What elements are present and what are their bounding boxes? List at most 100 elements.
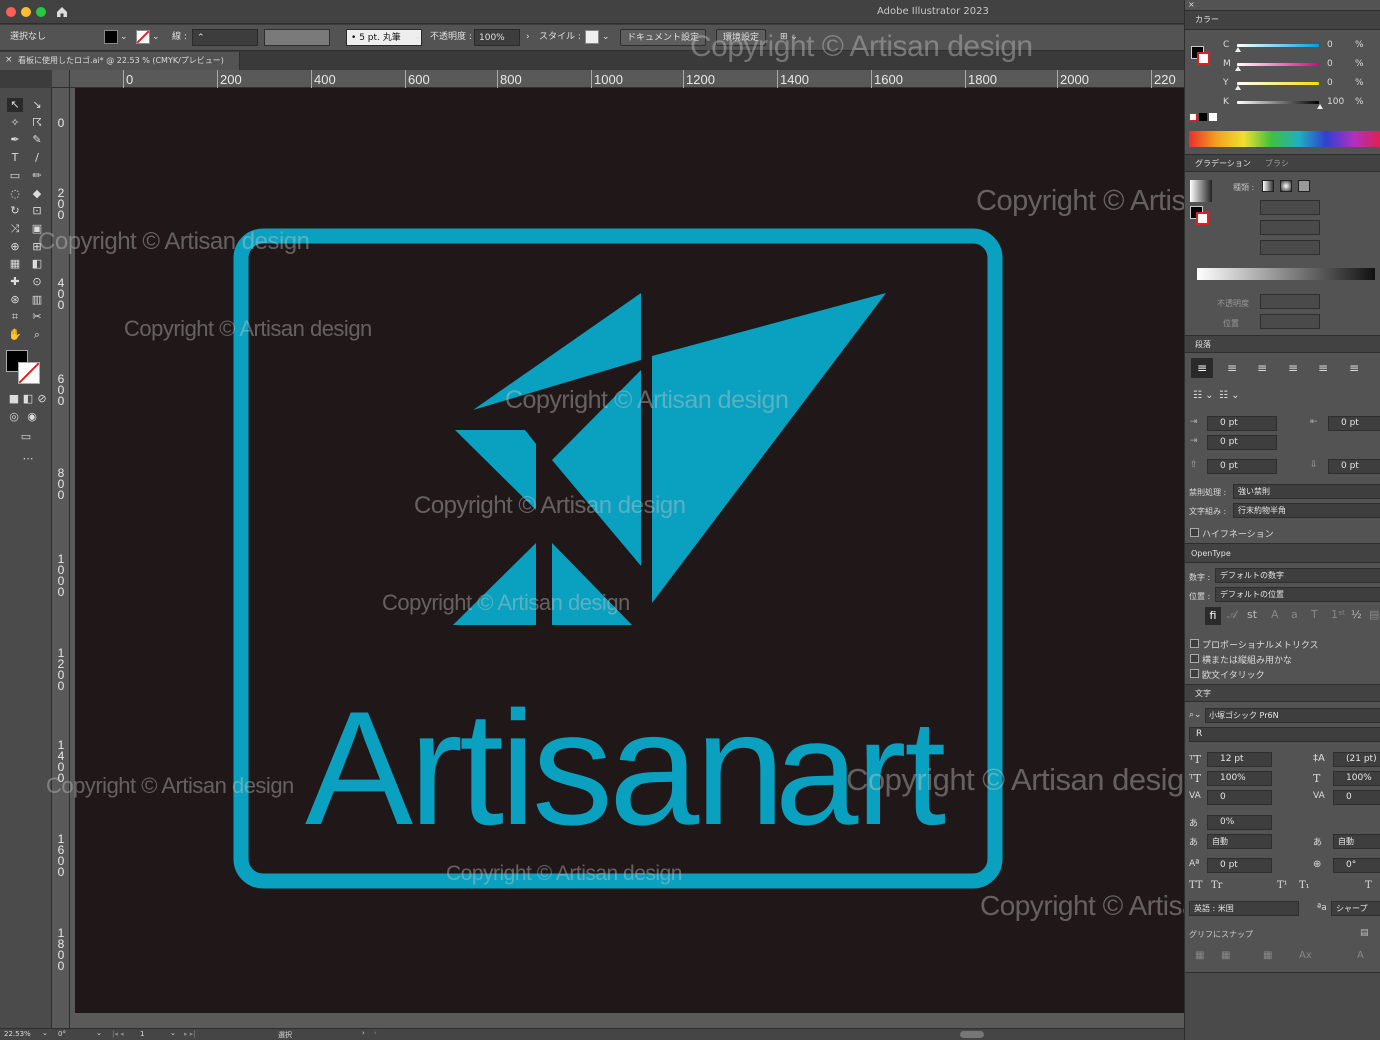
brush-definition[interactable]: • 5 pt. 丸筆	[346, 29, 422, 46]
aki-left-select[interactable]: 自動	[1207, 834, 1272, 849]
scale-tool-icon[interactable]: ⊡	[29, 204, 45, 218]
logo-word-artisan[interactable]: Artisan	[305, 678, 785, 859]
channel-slider[interactable]	[1237, 63, 1319, 66]
justify-left-button[interactable]: ≡	[1282, 358, 1304, 378]
horizontal-scrollbar-thumb[interactable]	[960, 1031, 984, 1038]
zoom-tool-icon[interactable]: ⌕	[29, 328, 45, 342]
chevron-right-icon[interactable]: ›	[526, 29, 530, 46]
tracking-input[interactable]: 0	[1333, 790, 1380, 805]
opacity-input[interactable]: 100%	[474, 29, 520, 46]
line-tool-icon[interactable]: /	[29, 151, 45, 165]
gradient-rotate-input[interactable]	[1260, 240, 1320, 255]
justify-all-button[interactable]: ≡	[1343, 358, 1365, 378]
type-tool-icon[interactable]: T	[7, 151, 23, 165]
artboard-tool-icon[interactable]: ⌗	[7, 310, 23, 324]
white-swatch[interactable]	[1209, 113, 1217, 121]
none-swatch[interactable]	[1189, 113, 1197, 121]
stroke-color-swatch[interactable]	[18, 362, 40, 384]
align-center-button[interactable]: ≡	[1221, 358, 1243, 378]
horizontal-ruler[interactable]: 0 200 400 600 800 1000 1200 1400 1600 1800 2000 220	[52, 70, 1184, 88]
gradient-tool-icon[interactable]: ◧	[29, 257, 45, 271]
lasso-tool-icon[interactable]: ☈	[29, 116, 45, 130]
width-tool-icon[interactable]: ⤨	[7, 222, 23, 236]
first-artboard-icon[interactable]: |◂ ◂	[112, 1030, 124, 1038]
document-tab[interactable]: × 看板に使用したロゴ.ai* @ 22.53 % (CMYK/プレビュー)	[0, 52, 240, 70]
align-left-button[interactable]: ≡	[1191, 358, 1213, 378]
all-caps-button[interactable]: TT	[1189, 880, 1203, 891]
superscript-button[interactable]: T¹	[1277, 880, 1288, 891]
channel-slider[interactable]	[1237, 44, 1319, 47]
font-search-icon[interactable]: ⌕⌄	[1189, 710, 1202, 720]
indent-left-input[interactable]: 0 pt	[1207, 416, 1277, 431]
font-size-input[interactable]: 12 pt	[1207, 752, 1272, 767]
first-line-indent-input[interactable]: 0 pt	[1207, 435, 1277, 450]
color-spectrum[interactable]	[1189, 131, 1380, 147]
more-features-button[interactable]: ▤	[1369, 608, 1379, 621]
leading-input[interactable]: (21 pt)	[1333, 752, 1380, 767]
none-mode-icon[interactable]: ⊘	[34, 392, 50, 406]
linear-gradient-button[interactable]	[1262, 180, 1274, 192]
snap-options-icon[interactable]: ▤	[1360, 928, 1369, 938]
discretionary-ligature-button[interactable]: st	[1247, 608, 1257, 621]
tab-brush[interactable]: ブラシ	[1265, 158, 1289, 169]
last-artboard-icon[interactable]: ▸ ▸|	[184, 1030, 196, 1038]
gradient-angle-input[interactable]	[1260, 200, 1320, 215]
zoom-level[interactable]: 22.53%	[4, 1030, 31, 1038]
mojikumi-select[interactable]: 行末約物半角	[1233, 503, 1380, 518]
graph-tool-icon[interactable]: ▥	[29, 293, 45, 307]
ligature-button[interactable]: ﬁ	[1205, 607, 1221, 625]
freeform-gradient-button[interactable]	[1298, 180, 1310, 192]
variable-width-profile[interactable]	[264, 29, 330, 46]
channel-value-input[interactable]: 0	[1327, 59, 1333, 69]
language-select[interactable]: 英語 : 米国	[1189, 901, 1299, 916]
space-before-input[interactable]: 0 pt	[1207, 459, 1277, 474]
slider-thumb[interactable]	[1235, 85, 1241, 90]
chevron-down-icon[interactable]: ⌄	[602, 29, 610, 46]
pen-tool-icon[interactable]: ✒	[7, 133, 23, 147]
artboard-number[interactable]: 1	[140, 1030, 144, 1038]
black-swatch[interactable]	[1199, 113, 1207, 121]
roman-italic-checkbox[interactable]	[1190, 669, 1199, 678]
channel-slider[interactable]	[1237, 101, 1319, 104]
numbered-list-icon[interactable]: ☷ ⌄	[1219, 390, 1240, 401]
small-caps-button[interactable]: Tr	[1211, 880, 1222, 891]
channel-slider[interactable]	[1237, 82, 1319, 85]
font-style-select[interactable]: R	[1189, 727, 1380, 742]
hyphenation-checkbox[interactable]	[1190, 528, 1199, 537]
selection-tool-icon[interactable]: ↖	[7, 98, 23, 112]
scroll-left-icon[interactable]: ‹	[374, 1029, 377, 1037]
eraser-tool-icon[interactable]: ◆	[29, 187, 45, 201]
maximize-window-button[interactable]	[36, 7, 46, 17]
chevron-down-icon[interactable]: ⌄	[414, 29, 422, 46]
fill-swatch[interactable]	[104, 30, 118, 44]
contextual-alternates-button[interactable]: 𝒜	[1227, 608, 1237, 622]
draw-behind-icon[interactable]: ◉	[24, 410, 40, 424]
logo-wing-right[interactable]	[652, 293, 886, 603]
baseline-shift-input[interactable]: 0 pt	[1207, 858, 1272, 873]
font-family-select[interactable]: 小塚ゴシック Pr6N	[1205, 708, 1380, 723]
indent-right-input[interactable]: 0 pt	[1328, 416, 1380, 431]
gradient-opacity-input[interactable]	[1260, 294, 1320, 309]
shape-builder-tool-icon[interactable]: ⊕	[7, 240, 23, 254]
tab-character[interactable]: 文字	[1195, 688, 1211, 699]
tab-color[interactable]: カラー	[1195, 14, 1219, 25]
direct-selection-tool-icon[interactable]: ↘	[29, 98, 45, 112]
rotate-tool-icon[interactable]: ↻	[7, 204, 23, 218]
aki-right-select[interactable]: 自動	[1333, 834, 1380, 849]
snap-xheight-button[interactable]: ▦	[1221, 950, 1230, 961]
subscript-button[interactable]: T₁	[1299, 880, 1310, 891]
chevron-down-icon[interactable]: ⌄	[42, 1029, 48, 1037]
minimize-window-button[interactable]	[21, 7, 31, 17]
panel-close-icon[interactable]: ×	[1188, 0, 1195, 9]
slider-thumb[interactable]	[1317, 104, 1323, 109]
blend-tool-icon[interactable]: ⊙	[29, 275, 45, 289]
shaper-tool-icon[interactable]: ◌	[7, 187, 23, 201]
radial-gradient-button[interactable]	[1280, 180, 1292, 192]
fraction-button[interactable]: ½	[1351, 608, 1362, 621]
snap-bounds-button[interactable]: ▦	[1263, 950, 1272, 961]
tab-paragraph[interactable]: 段落	[1195, 339, 1211, 350]
gradient-preview[interactable]	[1190, 180, 1212, 202]
color-stroke-swatch[interactable]	[1197, 52, 1210, 65]
swash-button[interactable]: A	[1271, 608, 1279, 621]
chevron-down-icon[interactable]: ⌄	[96, 1029, 102, 1037]
